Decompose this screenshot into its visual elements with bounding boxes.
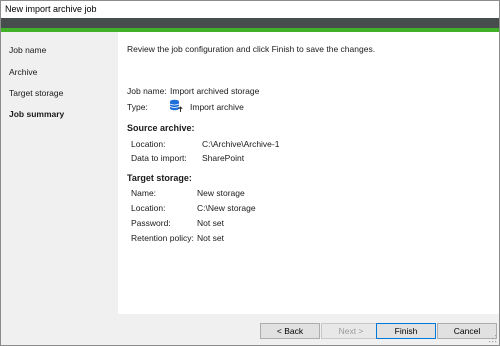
source-archive-heading: Source archive: xyxy=(127,123,195,133)
window-title: New import archive job xyxy=(5,4,97,14)
password-label: Password: xyxy=(131,218,171,228)
resize-grip-icon[interactable] xyxy=(489,335,497,343)
header-band xyxy=(1,18,499,28)
data-to-import-label: Data to import: xyxy=(131,153,187,163)
sidebar-item-job-summary[interactable]: Job summary xyxy=(9,109,64,119)
type-label: Type: xyxy=(127,102,148,112)
sidebar-item-archive[interactable]: Archive xyxy=(9,67,37,77)
intro-text: Review the job configuration and click F… xyxy=(127,44,376,54)
password-value: Not set xyxy=(197,218,224,228)
type-value: Import archive xyxy=(190,102,244,112)
target-location-label: Location: xyxy=(131,203,166,213)
target-location-value: C:\New storage xyxy=(197,203,256,213)
import-archive-dialog: New import archive job Job name Archive … xyxy=(0,0,500,346)
target-name-label: Name: xyxy=(131,188,157,198)
next-button[interactable]: Next > xyxy=(321,323,381,339)
job-name-value: Import archived storage xyxy=(170,86,260,96)
database-import-icon xyxy=(169,99,183,115)
source-location-label: Location: xyxy=(131,139,166,149)
job-name-label: Job name: xyxy=(127,86,167,96)
source-location-value: C:\Archive\Archive-1 xyxy=(202,139,280,149)
wizard-steps-sidebar: Job name Archive Target storage Job summ… xyxy=(1,32,118,314)
retention-policy-value: Not set xyxy=(197,233,224,243)
title-bar[interactable]: New import archive job xyxy=(1,1,499,18)
sidebar-item-target-storage[interactable]: Target storage xyxy=(9,88,63,98)
target-name-value: New storage xyxy=(197,188,245,198)
finish-button[interactable]: Finish xyxy=(376,323,436,339)
data-to-import-value: SharePoint xyxy=(202,153,245,163)
summary-panel: Review the job configuration and click F… xyxy=(118,32,499,314)
sidebar-item-job-name[interactable]: Job name xyxy=(9,45,46,55)
dialog-footer: < Back Next > Finish Cancel xyxy=(1,314,499,345)
target-storage-heading: Target storage: xyxy=(127,173,192,183)
back-button[interactable]: < Back xyxy=(260,323,320,339)
cancel-button[interactable]: Cancel xyxy=(437,323,497,339)
retention-policy-label: Retention policy: xyxy=(131,233,194,243)
